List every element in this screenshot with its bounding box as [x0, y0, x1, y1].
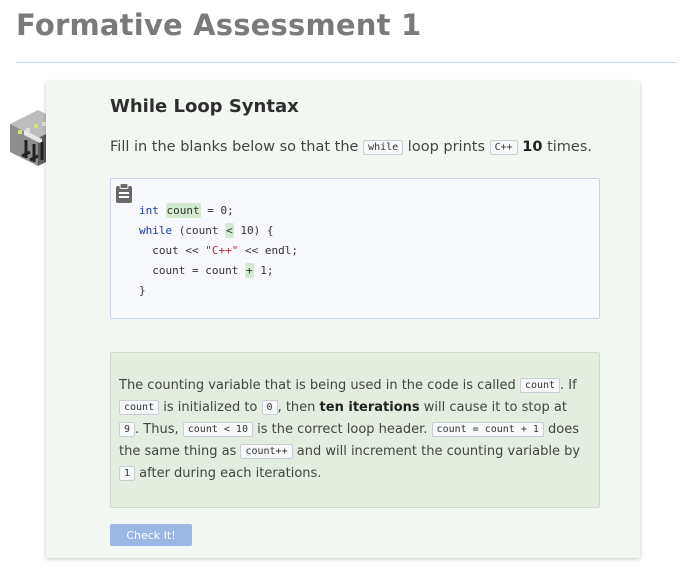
code-keyword: int: [139, 204, 159, 217]
code-string: "C++": [205, 244, 239, 257]
explanation-code: 0: [261, 400, 278, 415]
code-keyword: while: [139, 224, 173, 237]
question-prompt: Fill in the blanks below so that the whi…: [110, 139, 592, 155]
code-text: << endl;: [238, 244, 298, 257]
explanation-text: The counting variable that is being used…: [119, 378, 516, 393]
explanation-bold: ten iterations: [319, 400, 420, 415]
explanation-code: count: [519, 378, 561, 393]
explanation-text: . Thus,: [135, 422, 179, 437]
check-it-button[interactable]: Check It!: [110, 524, 192, 546]
code-block: int count = 0; while (count < 10) { cout …: [110, 178, 600, 319]
prompt-text: Fill in the blanks below so that the: [110, 139, 359, 155]
question-title: While Loop Syntax: [110, 96, 299, 117]
code-text: 1;: [253, 264, 274, 277]
code-text: 10) {: [233, 224, 274, 237]
explanation-code: count: [119, 400, 160, 415]
explanation-code: 9: [119, 422, 136, 437]
code-text: count = count: [139, 264, 245, 277]
explanation-text: , then: [277, 400, 316, 415]
explanation-text: and will increment the counting variable…: [296, 444, 581, 459]
code-line-5: }: [139, 284, 146, 297]
code-blank-1[interactable]: count: [165, 203, 201, 218]
explanation-text: will cause it to stop at: [423, 400, 567, 415]
code-text: (count: [172, 224, 226, 237]
prompt-text: loop prints: [407, 139, 486, 155]
code-line-4: count = count + 1;: [139, 261, 298, 281]
explanation-text: is initialized to: [163, 400, 258, 415]
explanation-text: . If: [560, 378, 577, 393]
code-blank-2[interactable]: <: [225, 223, 234, 238]
explanation-code: count++: [240, 444, 293, 459]
prompt-count: 10: [522, 139, 543, 155]
explanation-code: count < 10: [182, 422, 253, 437]
title-divider: [16, 62, 676, 63]
question-card: While Loop Syntax Fill in the blanks bel…: [46, 82, 640, 558]
prompt-code-cpp: C++: [489, 140, 518, 155]
code-text: = 0;: [200, 204, 234, 217]
explanation-panel: The counting variable that is being used…: [110, 352, 600, 508]
code-blank-3[interactable]: +: [244, 263, 254, 278]
code-text: cout <<: [139, 244, 206, 257]
explanation-code: 1: [119, 466, 136, 481]
explanation-text: after during each iterations.: [139, 466, 322, 481]
page-title: Formative Assessment 1: [16, 8, 422, 42]
explanation-code: count = count + 1: [431, 422, 544, 437]
code-line-1: int count = 0;: [139, 201, 298, 221]
prompt-text: times.: [547, 139, 593, 155]
code-line-3: cout << "C++" << endl;: [139, 241, 298, 261]
prompt-code-while: while: [363, 140, 404, 155]
clipboard-icon[interactable]: [115, 183, 133, 204]
code-line-2: while (count < 10) {: [139, 221, 298, 241]
code-lines: int count = 0; while (count < 10) { cout …: [139, 201, 298, 301]
explanation-text: is the correct loop header.: [257, 422, 428, 437]
